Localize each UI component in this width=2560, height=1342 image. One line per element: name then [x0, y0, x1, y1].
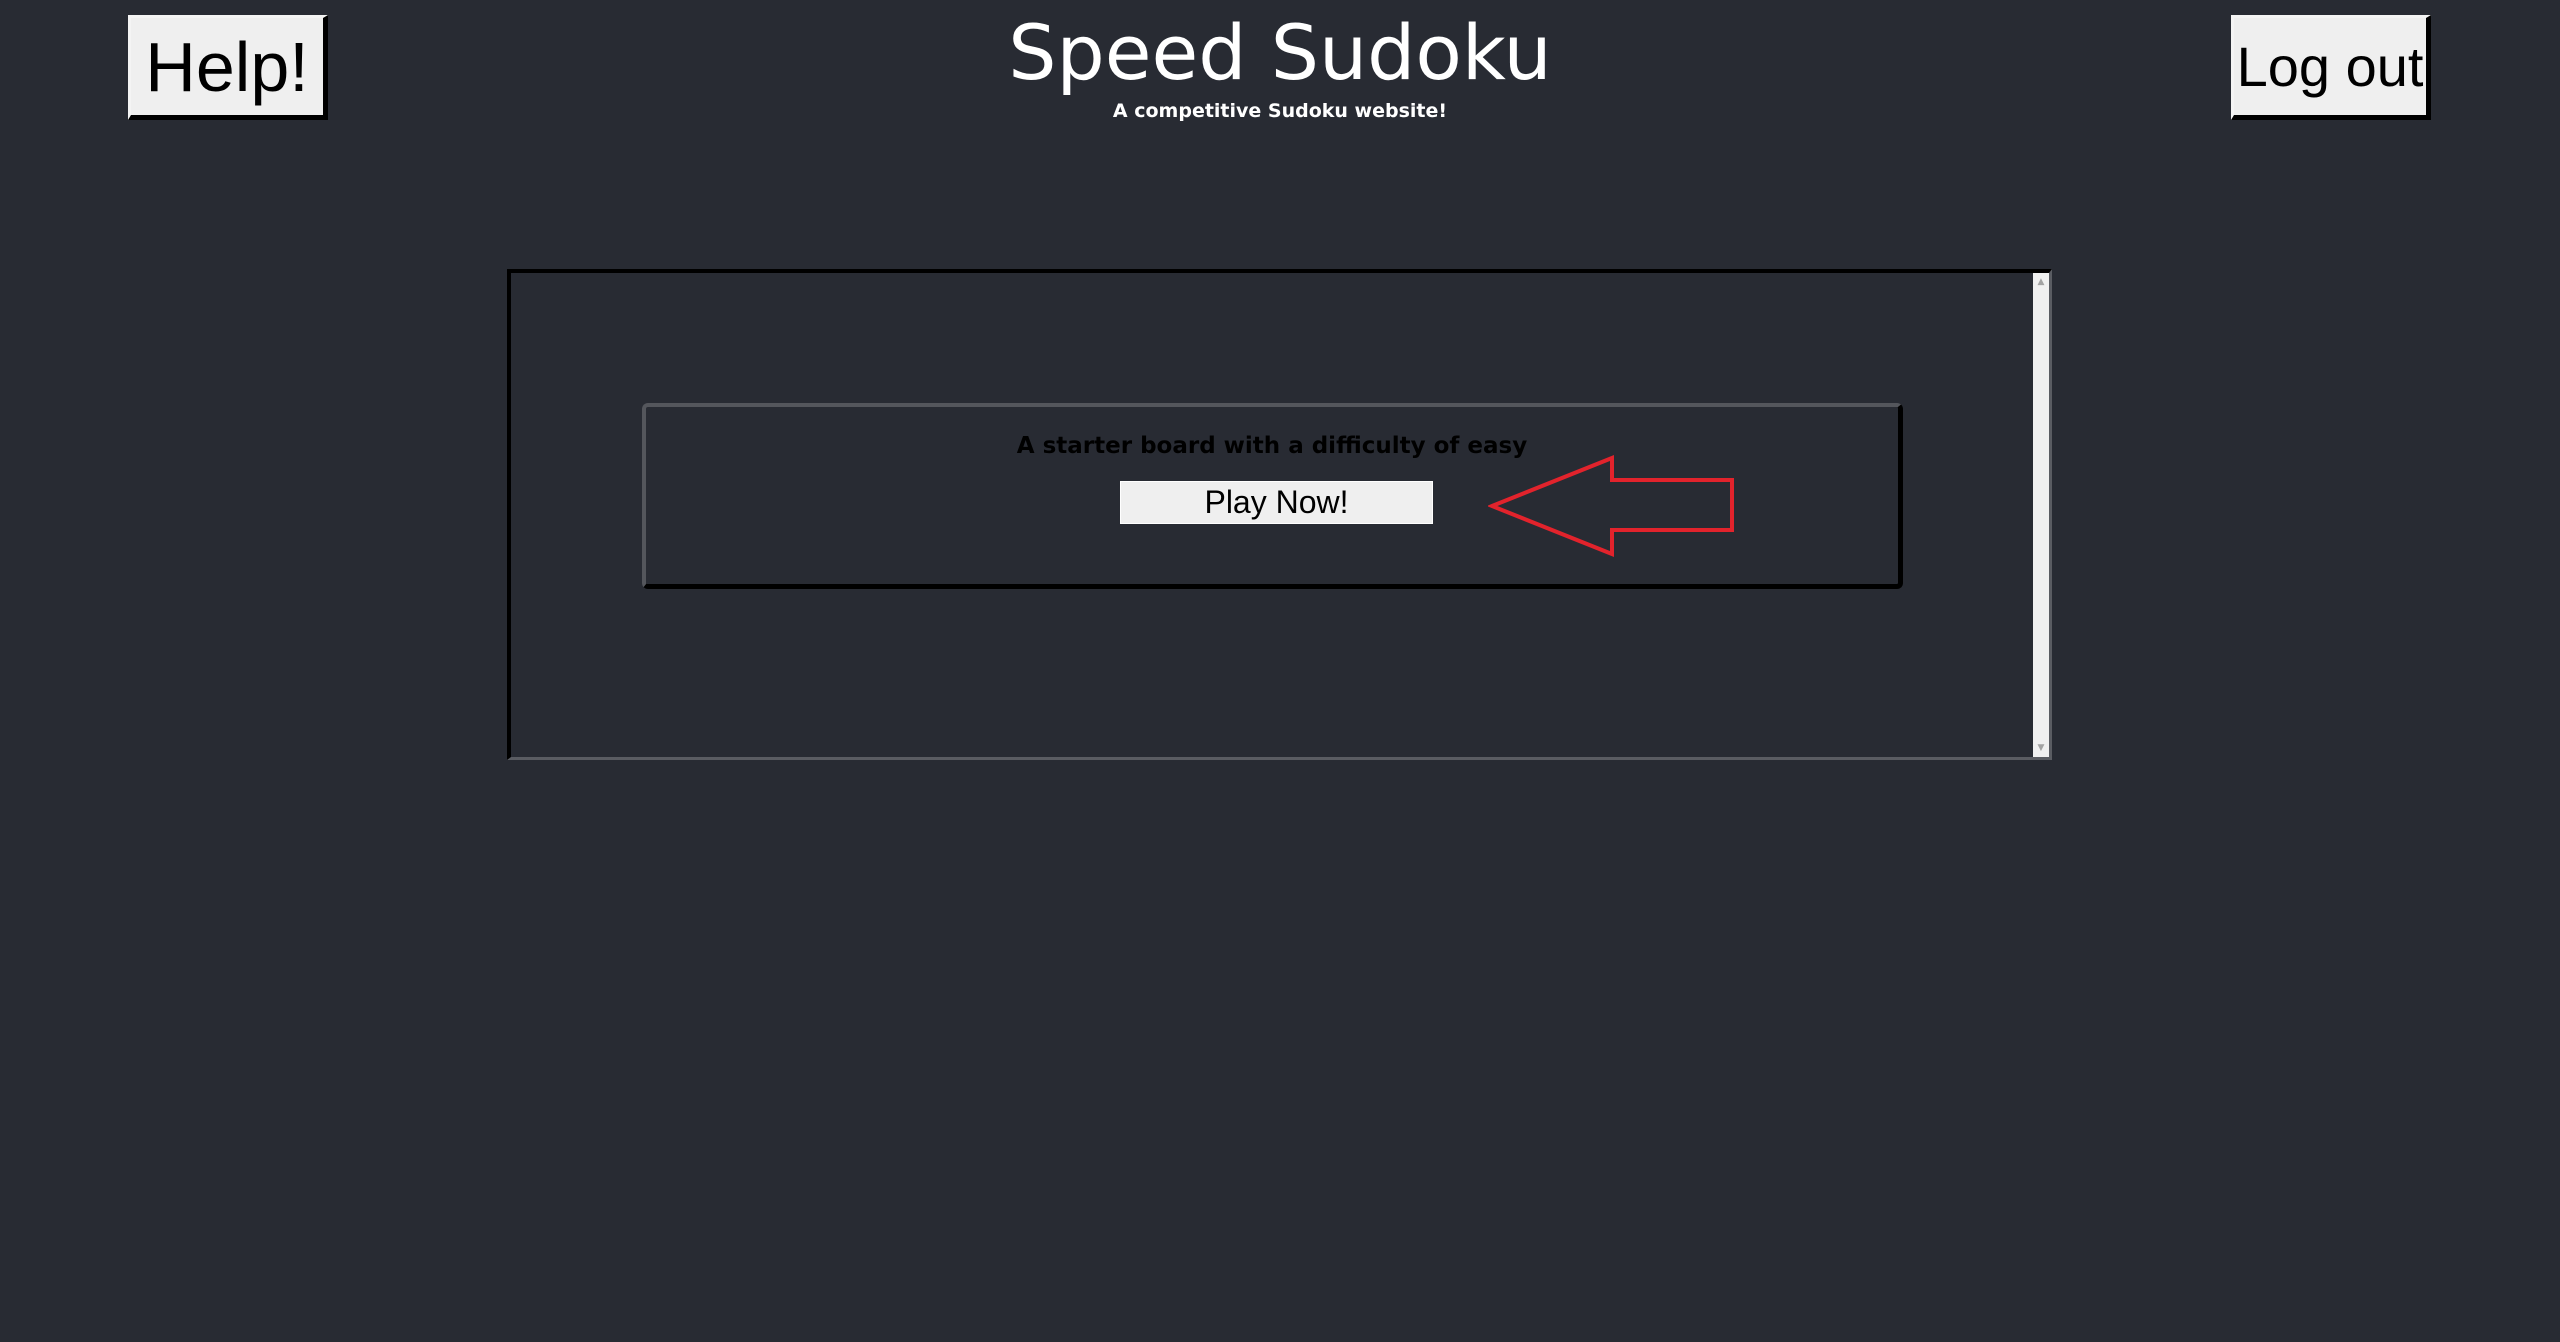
pointer-arrow-icon — [1488, 455, 1734, 557]
logout-button[interactable]: Log out — [2231, 15, 2431, 120]
pointer-arrow-shape — [1488, 455, 1734, 557]
site-title: Speed Sudoku — [1008, 8, 1552, 97]
page: Help! Speed Sudoku A competitive Sudoku … — [0, 0, 2560, 1342]
scroll-up-arrow-icon[interactable]: ▲ — [2033, 275, 2049, 289]
play-now-button[interactable]: Play Now! — [1120, 481, 1433, 524]
site-subtitle: A competitive Sudoku website! — [1112, 100, 1448, 122]
scroll-down-arrow-icon[interactable]: ▼ — [2033, 741, 2049, 755]
board-list-scrollbar[interactable]: ▲ ▼ — [2033, 273, 2049, 757]
board-list-frame: A starter board with a difficulty of eas… — [507, 269, 2052, 760]
